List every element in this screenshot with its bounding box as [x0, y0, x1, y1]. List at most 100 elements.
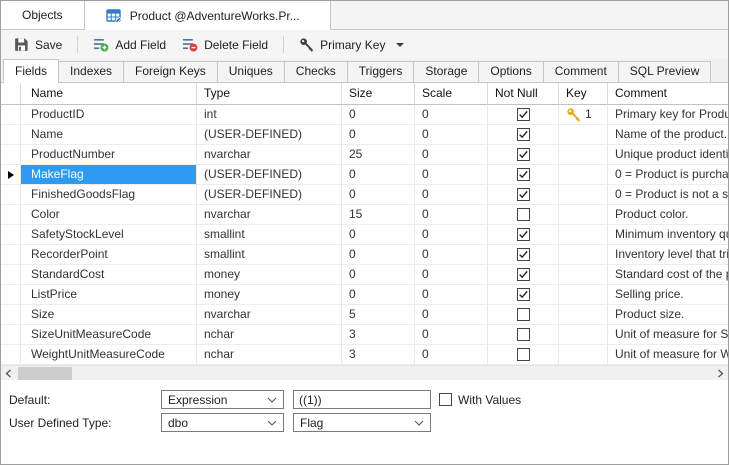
field-name-cell[interactable]: StandardCost	[21, 265, 197, 285]
field-size-cell[interactable]: 0	[342, 105, 415, 125]
field-size-cell[interactable]: 25	[342, 145, 415, 165]
field-row-recorderpoint[interactable]: RecorderPointsmallint00Inventory level t…	[1, 245, 728, 265]
field-scale-cell[interactable]: 0	[415, 285, 488, 305]
field-scale-cell[interactable]: 0	[415, 205, 488, 225]
field-key-cell[interactable]	[559, 145, 608, 165]
not-null-checkbox[interactable]	[517, 108, 530, 121]
field-comment-cell[interactable]: Name of the product.	[608, 125, 728, 145]
tab-comment[interactable]: Comment	[543, 61, 619, 82]
primary-key-button[interactable]: Primary Key	[291, 34, 412, 55]
field-row-makeflag[interactable]: MakeFlag(USER-DEFINED)000 = Product is p…	[1, 165, 728, 185]
field-type-cell[interactable]: nvarchar	[197, 305, 342, 325]
field-row-productnumber[interactable]: ProductNumbernvarchar250Unique product i…	[1, 145, 728, 165]
udt-schema-dropdown[interactable]: dbo	[161, 413, 284, 432]
field-size-cell[interactable]: 0	[342, 245, 415, 265]
not-null-checkbox[interactable]	[517, 308, 530, 321]
field-row-weightunitmeasurecode[interactable]: WeightUnitMeasureCodenchar30Unit of meas…	[1, 345, 728, 365]
field-size-cell[interactable]: 0	[342, 265, 415, 285]
field-comment-cell[interactable]: Unit of measure for Size column.	[608, 325, 728, 345]
field-key-cell[interactable]	[559, 305, 608, 325]
field-scale-cell[interactable]: 0	[415, 125, 488, 145]
field-scale-cell[interactable]: 0	[415, 225, 488, 245]
tab-product-designer[interactable]: Product @AdventureWorks.Pr...	[85, 1, 331, 30]
field-comment-cell[interactable]: Standard cost of the product.	[608, 265, 728, 285]
field-comment-cell[interactable]: Inventory level that triggers a purchase…	[608, 245, 728, 265]
field-row-standardcost[interactable]: StandardCostmoney00Standard cost of the …	[1, 265, 728, 285]
field-key-cell[interactable]	[559, 285, 608, 305]
not-null-checkbox[interactable]	[517, 168, 530, 181]
field-comment-cell[interactable]: Minimum inventory quantity.	[608, 225, 728, 245]
field-key-cell[interactable]	[559, 245, 608, 265]
tab-triggers[interactable]: Triggers	[347, 61, 415, 82]
field-row-listprice[interactable]: ListPricemoney00Selling price.	[1, 285, 728, 305]
field-key-cell[interactable]	[559, 165, 608, 185]
not-null-checkbox[interactable]	[517, 128, 530, 141]
field-name-cell[interactable]: WeightUnitMeasureCode	[21, 345, 197, 365]
field-type-cell[interactable]: money	[197, 265, 342, 285]
field-scale-cell[interactable]: 0	[415, 185, 488, 205]
field-not-null-cell[interactable]	[488, 205, 559, 225]
field-type-cell[interactable]: int	[197, 105, 342, 125]
not-null-checkbox[interactable]	[517, 228, 530, 241]
delete-field-button[interactable]: Delete Field	[174, 34, 276, 55]
field-type-cell[interactable]: (USER-DEFINED)	[197, 185, 342, 205]
field-comment-cell[interactable]: Product size.	[608, 305, 728, 325]
field-type-cell[interactable]: (USER-DEFINED)	[197, 165, 342, 185]
default-mode-dropdown[interactable]: Expression	[161, 390, 284, 409]
not-null-checkbox[interactable]	[517, 268, 530, 281]
field-key-cell[interactable]	[559, 225, 608, 245]
tab-sql-preview[interactable]: SQL Preview	[618, 61, 712, 82]
field-type-cell[interactable]: smallint	[197, 225, 342, 245]
field-size-cell[interactable]: 0	[342, 185, 415, 205]
field-comment-cell[interactable]: Unit of measure for Weight column.	[608, 345, 728, 365]
field-comment-cell[interactable]: Primary key for Product records.	[608, 105, 728, 125]
field-row-size[interactable]: Sizenvarchar50Product size.	[1, 305, 728, 325]
field-name-cell[interactable]: ProductNumber	[21, 145, 197, 165]
field-key-cell[interactable]	[559, 125, 608, 145]
field-name-cell[interactable]: Color	[21, 205, 197, 225]
field-type-cell[interactable]: nchar	[197, 325, 342, 345]
field-key-cell[interactable]	[559, 185, 608, 205]
tab-storage[interactable]: Storage	[413, 61, 479, 82]
with-values-checkbox[interactable]	[439, 393, 452, 406]
field-scale-cell[interactable]: 0	[415, 345, 488, 365]
field-type-cell[interactable]: smallint	[197, 245, 342, 265]
udt-name-dropdown[interactable]: Flag	[293, 413, 431, 432]
field-not-null-cell[interactable]	[488, 325, 559, 345]
field-scale-cell[interactable]: 0	[415, 265, 488, 285]
add-field-button[interactable]: Add Field	[85, 34, 174, 55]
field-comment-cell[interactable]: Product color.	[608, 205, 728, 225]
field-scale-cell[interactable]: 0	[415, 305, 488, 325]
tab-options[interactable]: Options	[478, 61, 543, 82]
field-row-color[interactable]: Colornvarchar150Product color.	[1, 205, 728, 225]
field-row-productid[interactable]: ProductIDint001Primary key for Product r…	[1, 105, 728, 125]
field-row-sizeunitmeasurecode[interactable]: SizeUnitMeasureCodenchar30Unit of measur…	[1, 325, 728, 345]
tab-uniques[interactable]: Uniques	[217, 61, 285, 82]
field-key-cell[interactable]	[559, 205, 608, 225]
field-name-cell[interactable]: FinishedGoodsFlag	[21, 185, 197, 205]
field-comment-cell[interactable]: Unique product identification number.	[608, 145, 728, 165]
field-size-cell[interactable]: 0	[342, 225, 415, 245]
field-name-cell[interactable]: RecorderPoint	[21, 245, 197, 265]
field-key-cell[interactable]: 1	[559, 105, 608, 125]
field-type-cell[interactable]: money	[197, 285, 342, 305]
field-name-cell[interactable]: SizeUnitMeasureCode	[21, 325, 197, 345]
save-button[interactable]: Save	[6, 34, 70, 55]
tab-indexes[interactable]: Indexes	[58, 61, 124, 82]
field-size-cell[interactable]: 3	[342, 325, 415, 345]
field-not-null-cell[interactable]	[488, 245, 559, 265]
not-null-checkbox[interactable]	[517, 188, 530, 201]
field-row-finishedgoodsflag[interactable]: FinishedGoodsFlag(USER-DEFINED)000 = Pro…	[1, 185, 728, 205]
field-size-cell[interactable]: 3	[342, 345, 415, 365]
field-name-cell[interactable]: Name	[21, 125, 197, 145]
field-size-cell[interactable]: 5	[342, 305, 415, 325]
field-scale-cell[interactable]: 0	[415, 105, 488, 125]
field-not-null-cell[interactable]	[488, 185, 559, 205]
field-not-null-cell[interactable]	[488, 345, 559, 365]
field-key-cell[interactable]	[559, 345, 608, 365]
tab-fields[interactable]: Fields	[3, 59, 59, 83]
not-null-checkbox[interactable]	[517, 248, 530, 261]
field-type-cell[interactable]: nvarchar	[197, 145, 342, 165]
default-value-input[interactable]	[293, 390, 431, 409]
field-comment-cell[interactable]: 0 = Product is not a salable item. 1 = P…	[608, 185, 728, 205]
